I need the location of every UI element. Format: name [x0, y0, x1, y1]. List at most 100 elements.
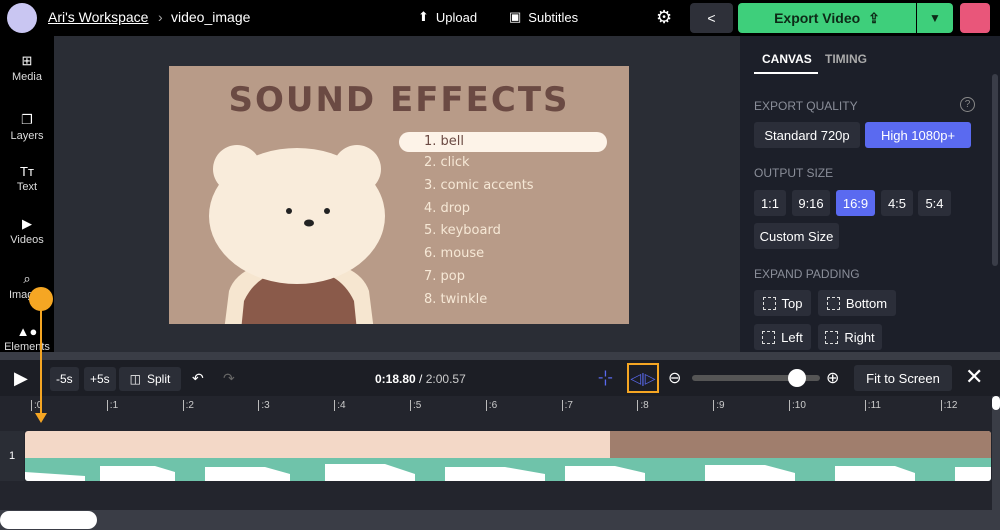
upload-button[interactable]: ⬆ Upload: [418, 9, 477, 25]
sidebar-item-media[interactable]: ⊞ Media: [0, 53, 54, 83]
chevron-down-icon: ▼: [929, 11, 941, 25]
ruler-tick: :1: [106, 400, 118, 411]
ruler-tick: :9: [713, 400, 725, 411]
list-item: 3. comic accents: [424, 177, 534, 193]
padding-right-icon: [825, 330, 839, 344]
split-label: Split: [147, 372, 171, 386]
ruler-tick: :11: [864, 400, 881, 411]
breadcrumb-separator: ›: [158, 9, 163, 25]
sidebar-label: Layers: [10, 130, 44, 142]
video-title: SOUND EFFECTS: [228, 80, 570, 120]
export-icon: ⇪: [868, 9, 880, 26]
workspace-avatar[interactable]: [7, 3, 37, 33]
ruler-tick: :5: [410, 400, 421, 411]
size-4-5-button[interactable]: 4:5: [881, 190, 913, 216]
size-1-1-button[interactable]: 1:1: [754, 190, 786, 216]
video-track[interactable]: [25, 431, 991, 481]
sidebar-item-videos[interactable]: ▶ Videos: [0, 216, 54, 246]
scrollbar-thumb[interactable]: [0, 511, 97, 529]
export-video-button[interactable]: Export Video ⇪: [738, 3, 916, 33]
sidebar-item-elements[interactable]: ▲● Elements: [0, 324, 54, 353]
padding-bottom-button[interactable]: Bottom: [818, 290, 896, 316]
padding-top-button[interactable]: Top: [754, 290, 811, 316]
user-avatar[interactable]: [960, 3, 990, 33]
export-label: Export Video: [774, 10, 861, 26]
annotation-arrowhead: [35, 413, 47, 423]
list-item: 5. keyboard: [424, 223, 501, 239]
size-9-16-button[interactable]: 9:16: [792, 190, 830, 216]
magnet-split-button[interactable]: ◁|▷: [627, 363, 659, 393]
track-number: 1: [0, 431, 24, 481]
elements-icon: ▲●: [16, 324, 38, 339]
quality-standard-button[interactable]: Standard 720p: [754, 122, 860, 148]
timeline-horizontal-scrollbar[interactable]: [0, 510, 1000, 530]
export-quality-label: EXPORT QUALITY: [754, 99, 858, 113]
padding-label: Left: [781, 329, 803, 345]
top-bar: Ari's Workspace › video_image ⬆ Upload ▣ S…: [0, 0, 1000, 36]
resize-handle[interactable]: [0, 352, 1000, 360]
sidebar-item-layers[interactable]: ❐ Layers: [0, 112, 54, 142]
quality-high-button[interactable]: High 1080p+: [865, 122, 971, 148]
timeline-ruler[interactable]: :0:1:2:3:4:5:6:7:8:9:10:11:12: [24, 396, 990, 426]
bear-illustration: [209, 145, 385, 324]
forward-5s-button[interactable]: +5s: [84, 367, 116, 391]
snap-icon[interactable]: -¦-: [598, 369, 613, 387]
zoom-slider[interactable]: [692, 369, 820, 387]
ruler-tick: :2: [182, 400, 194, 411]
ruler-tick: :10: [789, 400, 806, 411]
list-item: 8. twinkle: [424, 291, 488, 307]
padding-top-icon: [762, 296, 776, 310]
gear-icon[interactable]: ⚙: [656, 7, 672, 28]
sidebar-label: Media: [12, 71, 42, 83]
close-icon[interactable]: ✕: [965, 364, 983, 390]
ruler-tick: :8: [637, 400, 649, 411]
tab-canvas[interactable]: CANVAS: [762, 52, 812, 66]
size-16-9-button[interactable]: 16:9: [836, 190, 875, 216]
zoom-in-icon[interactable]: ⊕: [826, 368, 839, 388]
zoom-slider-thumb[interactable]: [787, 369, 806, 387]
split-button[interactable]: ◫ Split: [119, 367, 181, 391]
export-dropdown-button[interactable]: ▼: [917, 3, 953, 33]
share-icon: <: [707, 10, 716, 26]
help-icon[interactable]: ?: [960, 97, 975, 112]
expand-padding-label: EXPAND PADDING: [754, 267, 860, 281]
play-icon[interactable]: ▶: [14, 368, 28, 389]
padding-right-button[interactable]: Right: [818, 324, 882, 350]
list-item: 6. mouse: [424, 246, 485, 262]
scrollbar-thumb[interactable]: [992, 396, 1000, 410]
zoom-out-icon[interactable]: ⊖: [668, 368, 681, 388]
videos-icon: ▶: [22, 216, 32, 231]
padding-left-button[interactable]: Left: [754, 324, 811, 350]
sidebar-item-text[interactable]: Tт Text: [0, 164, 54, 193]
undo-icon[interactable]: ↶: [192, 370, 204, 387]
share-button[interactable]: <: [690, 3, 733, 33]
size-5-4-button[interactable]: 5:4: [918, 190, 951, 216]
fit-to-screen-button[interactable]: Fit to Screen: [854, 365, 952, 391]
ruler-tick: :6: [485, 400, 497, 411]
ruler-tick: :4: [334, 400, 346, 411]
redo-icon[interactable]: ↷: [223, 370, 235, 387]
list-item: 2. click: [424, 155, 470, 170]
sidebar-label: Videos: [10, 234, 44, 246]
settings-panel: CANVAS TIMING EXPORT QUALITY ? Standard …: [740, 36, 1000, 352]
annotation-click-marker: [29, 287, 53, 311]
padding-left-icon: [762, 330, 776, 344]
back-5s-button[interactable]: -5s: [50, 367, 79, 391]
subtitles-label: Subtitles: [528, 9, 579, 25]
output-size-label: OUTPUT SIZE: [754, 166, 834, 180]
tab-timing[interactable]: TIMING: [825, 52, 867, 66]
custom-size-button[interactable]: Custom Size: [754, 223, 839, 249]
annotation-arrow: [40, 297, 42, 415]
sidebar-label: Text: [16, 181, 38, 193]
media-icon: ⊞: [21, 53, 33, 68]
panel-scrollbar[interactable]: [992, 74, 998, 266]
split-icon: ◫: [129, 372, 141, 386]
workspace-link[interactable]: Ari's Workspace: [48, 9, 148, 25]
project-title[interactable]: video_image: [171, 9, 250, 25]
subtitles-button[interactable]: ▣ Subtitles: [509, 9, 578, 25]
video-preview[interactable]: SOUND EFFECTS 1. bell 2. click 3. comic …: [169, 66, 629, 324]
total-time: 2:00.57: [425, 372, 466, 386]
ruler-tick: :3: [258, 400, 270, 411]
ruler-tick: :12: [940, 400, 958, 411]
timeline-vertical-scrollbar[interactable]: [992, 396, 1000, 510]
